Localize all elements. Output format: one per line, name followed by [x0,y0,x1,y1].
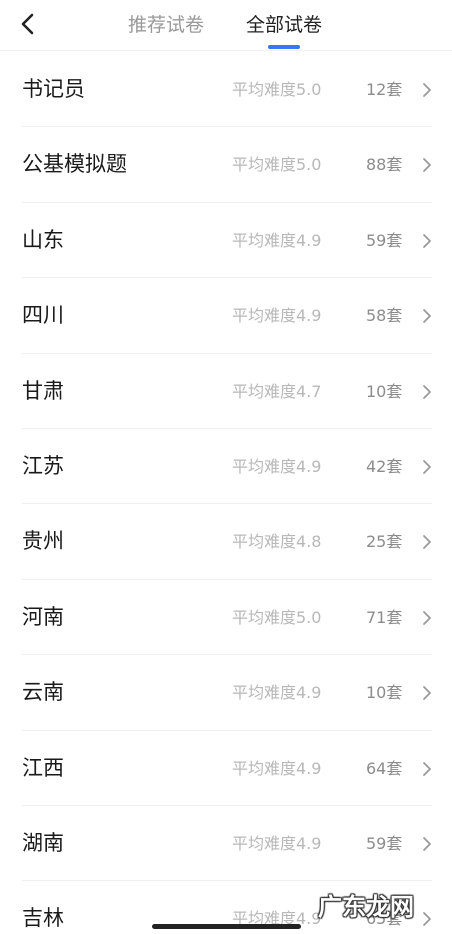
list-item[interactable]: 甘肃 平均难度4.7 10套 [0,354,452,430]
chevron-right-icon [423,686,431,701]
chevron-right-icon [423,309,431,324]
list-item[interactable]: 云南 平均难度4.9 10套 [0,655,452,731]
item-name: 贵州 [22,529,64,554]
list-item[interactable]: 贵州 平均难度4.8 25套 [0,504,452,581]
chevron-right-icon [423,610,431,625]
item-count: 58套 [366,306,403,326]
list-item[interactable]: 江苏 平均难度4.9 42套 [0,429,452,505]
chevron-right-icon [423,384,431,399]
item-name: 公基模拟题 [22,152,127,177]
item-difficulty: 平均难度4.8 [232,532,322,552]
item-difficulty: 平均难度4.9 [232,306,322,326]
item-count: 12套 [366,80,403,99]
item-name: 江苏 [22,453,64,478]
item-difficulty: 平均难度4.9 [232,758,322,778]
item-name: 河南 [22,604,64,629]
list-item[interactable]: 书记员 平均难度5.0 12套 [0,52,452,128]
item-difficulty: 平均难度4.7 [232,381,322,401]
list-item[interactable]: 四川 平均难度4.9 58套 [0,278,452,354]
back-arrow-icon [21,13,34,35]
item-name: 湖南 [22,830,64,855]
item-count: 71套 [366,607,403,627]
chevron-right-icon [423,83,431,97]
item-count: 25套 [366,532,403,552]
item-count: 88套 [366,155,403,175]
back-button[interactable] [10,6,46,42]
list-item[interactable]: 山东 平均难度4.9 59套 [0,203,452,279]
item-name: 江西 [22,755,64,780]
list-item[interactable]: 湖南 平均难度4.9 59套 [0,806,452,882]
item-name: 甘肃 [22,378,64,403]
chevron-right-icon [423,233,431,248]
item-difficulty: 平均难度4.9 [232,456,322,476]
item-difficulty: 平均难度5.0 [232,155,322,175]
item-count: 10套 [366,683,403,703]
chevron-right-icon [423,535,431,550]
item-name: 吉林 [22,906,64,931]
screen: 推荐试卷 全部试卷 书记员 平均难度5.0 12套 公基模拟题 平均难度5.0 88套 山东… [0,0,452,934]
paper-list: 书记员 平均难度5.0 12套 公基模拟题 平均难度5.0 88套 山东 平均难度4.9 59套… [0,52,452,934]
list-item[interactable]: 河南 平均难度5.0 71套 [0,580,452,656]
chevron-right-icon [423,912,431,927]
item-name: 书记员 [22,77,85,101]
top-nav-bar: 推荐试卷 全部试卷 [0,0,452,51]
chevron-right-icon [423,158,431,173]
chevron-right-icon [423,837,431,851]
tab-all-papers[interactable]: 全部试卷 [246,12,322,38]
list-item[interactable]: 江西 平均难度4.9 64套 [0,731,452,807]
chevron-right-icon [423,460,431,474]
item-count: 65套 [366,909,403,929]
item-difficulty: 平均难度5.0 [232,80,322,99]
list-item[interactable]: 公基模拟题 平均难度5.0 88套 [0,127,452,204]
active-tab-indicator [268,45,300,49]
item-count: 59套 [366,230,403,250]
item-name: 山东 [22,227,64,252]
tab-recommended-papers[interactable]: 推荐试卷 [128,12,204,38]
home-indicator[interactable] [152,924,301,929]
item-count: 64套 [366,758,403,778]
item-count: 10套 [366,381,403,401]
item-difficulty: 平均难度4.9 [232,833,322,853]
chevron-right-icon [423,761,431,776]
item-name: 四川 [22,303,64,328]
item-count: 59套 [366,833,403,853]
item-name: 云南 [22,680,64,705]
item-count: 42套 [366,456,403,476]
item-difficulty: 平均难度4.9 [232,683,322,703]
item-difficulty: 平均难度4.9 [232,230,322,250]
item-difficulty: 平均难度5.0 [232,607,322,627]
